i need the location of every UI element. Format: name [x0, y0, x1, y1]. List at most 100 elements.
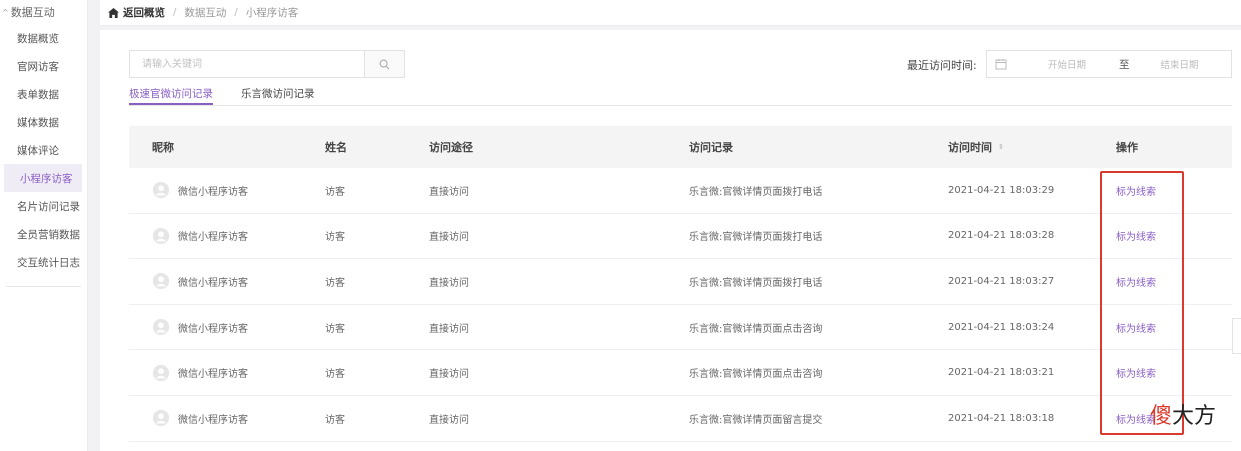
side-panel-handle[interactable]: [1232, 318, 1241, 354]
cell-nickname: 微信小程序访客: [129, 364, 325, 382]
nickname-text: 微信小程序访客: [178, 414, 248, 426]
cell-nickname: 微信小程序访客: [129, 227, 325, 245]
cell-channel: 直接访问: [429, 186, 469, 198]
table-row: 微信小程序访客 访客 直接访问 乐言微:官微详情页面拨打电话 2021-04-2…: [129, 214, 1232, 260]
start-date-input[interactable]: 开始日期: [1031, 57, 1103, 71]
header-time-label: 访问时间: [948, 141, 992, 154]
cell-record: 乐言微:官微详情页面拨打电话: [689, 232, 823, 244]
nickname-text: 微信小程序访客: [178, 369, 248, 381]
sidebar-divider: [6, 286, 81, 287]
sidebar-item-overview[interactable]: 数据概览: [0, 24, 87, 52]
avatar-icon: [152, 410, 170, 427]
sidebar-item-marketing-data[interactable]: 全员营销数据: [0, 220, 87, 248]
avatar-icon: [152, 227, 170, 244]
search-box: [129, 50, 405, 78]
cell-channel: 直接访问: [429, 414, 469, 426]
breadcrumb-home-link[interactable]: 返回概览: [123, 5, 165, 20]
header-name: 姓名: [325, 141, 347, 154]
cell-name: 访客: [325, 369, 345, 381]
breadcrumb-data-interaction[interactable]: 数据互动: [184, 5, 226, 20]
cell-nickname: 微信小程序访客: [129, 409, 325, 427]
cell-time: 2021-04-21 18:03:29: [948, 184, 1055, 196]
mark-as-lead-link[interactable]: 标为线索: [1116, 324, 1156, 335]
search-button[interactable]: [364, 51, 404, 77]
cell-time: 2021-04-21 18:03:28: [948, 230, 1055, 242]
sort-icon[interactable]: ⇕: [998, 143, 1004, 151]
header-time[interactable]: 访问时间 ⇕: [948, 139, 1116, 155]
cell-time: 2021-04-21 18:03:24: [948, 321, 1055, 333]
home-icon: [108, 7, 119, 18]
mark-as-lead-link[interactable]: 标为线索: [1116, 187, 1156, 198]
nickname-text: 微信小程序访客: [178, 323, 248, 335]
sidebar-item-media-comments[interactable]: 媒体评论: [0, 136, 87, 164]
cell-time: 2021-04-21 18:03:27: [948, 275, 1055, 287]
chevron-up-icon: ^: [2, 7, 9, 17]
cell-channel: 直接访问: [429, 232, 469, 244]
cell-record: 乐言微:官微详情页面拨打电话: [689, 186, 823, 198]
breadcrumb-separator: /: [173, 7, 177, 18]
cell-time: 2021-04-21 18:03:18: [948, 412, 1055, 424]
record-tabs: 极速官微访问记录 乐言微访问记录: [129, 86, 1232, 106]
sidebar-group-header[interactable]: ^ 数据互动: [0, 0, 87, 24]
header-record: 访问记录: [689, 141, 733, 154]
table-header: 昵称 姓名 访问途径 访问记录 访问时间 ⇕ 操作: [129, 126, 1232, 168]
cell-nickname: 微信小程序访客: [129, 318, 325, 336]
cell-record: 乐言微:官微详情页面拨打电话: [689, 277, 823, 289]
cell-name: 访客: [325, 277, 345, 289]
sidebar: ^ 数据互动 数据概览 官网访客 表单数据 媒体数据 媒体评论 小程序访客 名片…: [0, 0, 88, 451]
cell-time: 2021-04-21 18:03:21: [948, 367, 1055, 379]
date-filter-label: 最近访问时间:: [907, 59, 977, 72]
date-range-picker[interactable]: 开始日期 至 结束日期: [986, 50, 1232, 78]
avatar-icon: [152, 318, 170, 336]
cell-name: 访客: [325, 414, 345, 426]
mark-as-lead-link[interactable]: 标为线索: [1116, 278, 1156, 289]
cell-record: 乐言微:官微详情页面留言提交: [689, 414, 823, 426]
avatar-icon: [152, 273, 170, 290]
tab-fast-weibo-records[interactable]: 极速官微访问记录: [129, 86, 213, 105]
date-range-separator: 至: [1119, 58, 1130, 71]
cell-record: 乐言微:官微详情页面点击咨询: [689, 369, 823, 381]
search-input[interactable]: [130, 51, 364, 77]
end-date-input[interactable]: 结束日期: [1144, 57, 1216, 71]
mark-as-lead-link[interactable]: 标为线索: [1116, 369, 1156, 380]
mark-as-lead-link[interactable]: 标为线索: [1116, 232, 1156, 243]
sidebar-item-media-data[interactable]: 媒体数据: [0, 108, 87, 136]
table-row: 微信小程序访客 访客 直接访问 乐言微:官微详情页面拨打电话 2021-04-2…: [129, 259, 1232, 305]
sidebar-group-label: 数据互动: [10, 6, 55, 19]
nickname-text: 微信小程序访客: [178, 186, 248, 198]
cell-nickname: 微信小程序访客: [129, 181, 325, 199]
table-row: 微信小程序访客 访客 直接访问 乐言微:官微详情页面拨打电话 2021-04-2…: [129, 168, 1232, 214]
breadcrumb-separator: /: [234, 7, 238, 18]
cell-name: 访客: [325, 186, 345, 198]
cell-channel: 直接访问: [429, 277, 469, 289]
header-channel: 访问途径: [429, 141, 473, 154]
calendar-icon: [995, 59, 1007, 70]
table-row: 微信小程序访客 访客 直接访问 乐言微:官微详情页面点击咨询 2021-04-2…: [129, 350, 1232, 396]
sidebar-item-website-visitors[interactable]: 官网访客: [0, 52, 87, 80]
table-row: 微信小程序访客 访客 直接访问 乐言微:官微详情页面点击咨询 2021-04-2…: [129, 305, 1232, 351]
cell-record: 乐言微:官微详情页面点击咨询: [689, 323, 823, 335]
cell-channel: 直接访问: [429, 369, 469, 381]
nickname-text: 微信小程序访客: [178, 277, 248, 289]
avatar-icon: [152, 364, 170, 381]
header-action: 操作: [1116, 141, 1138, 154]
cell-name: 访客: [325, 323, 345, 335]
breadcrumb-current-page: 小程序访客: [245, 7, 299, 19]
header-nickname: 昵称: [152, 141, 174, 154]
cell-channel: 直接访问: [429, 323, 469, 335]
sidebar-item-miniprogram-visitors[interactable]: 小程序访客: [4, 164, 82, 192]
visitor-table: 昵称 姓名 访问途径 访问记录 访问时间 ⇕ 操作 微信小程序访客 访客 直接访…: [129, 126, 1232, 442]
sidebar-item-card-visits[interactable]: 名片访问记录: [0, 192, 87, 220]
watermark-first-char: 傻: [1150, 404, 1173, 429]
table-row: 微信小程序访客 访客 直接访问 乐言微:官微详情页面留言提交 2021-04-2…: [129, 396, 1232, 442]
avatar-icon: [152, 182, 170, 199]
nickname-text: 微信小程序访客: [178, 232, 248, 244]
cell-name: 访客: [325, 232, 345, 244]
search-icon: [379, 59, 390, 69]
sidebar-item-interaction-log[interactable]: 交互统计日志: [0, 248, 87, 276]
watermark-rest: 大方: [1172, 404, 1217, 429]
sidebar-item-form-data[interactable]: 表单数据: [0, 80, 87, 108]
tab-leyan-weibo-records[interactable]: 乐言微访问记录: [241, 86, 315, 105]
watermark: 傻大方: [1150, 398, 1216, 430]
breadcrumb: 返回概览 / 数据互动 / 小程序访客: [100, 0, 1241, 26]
